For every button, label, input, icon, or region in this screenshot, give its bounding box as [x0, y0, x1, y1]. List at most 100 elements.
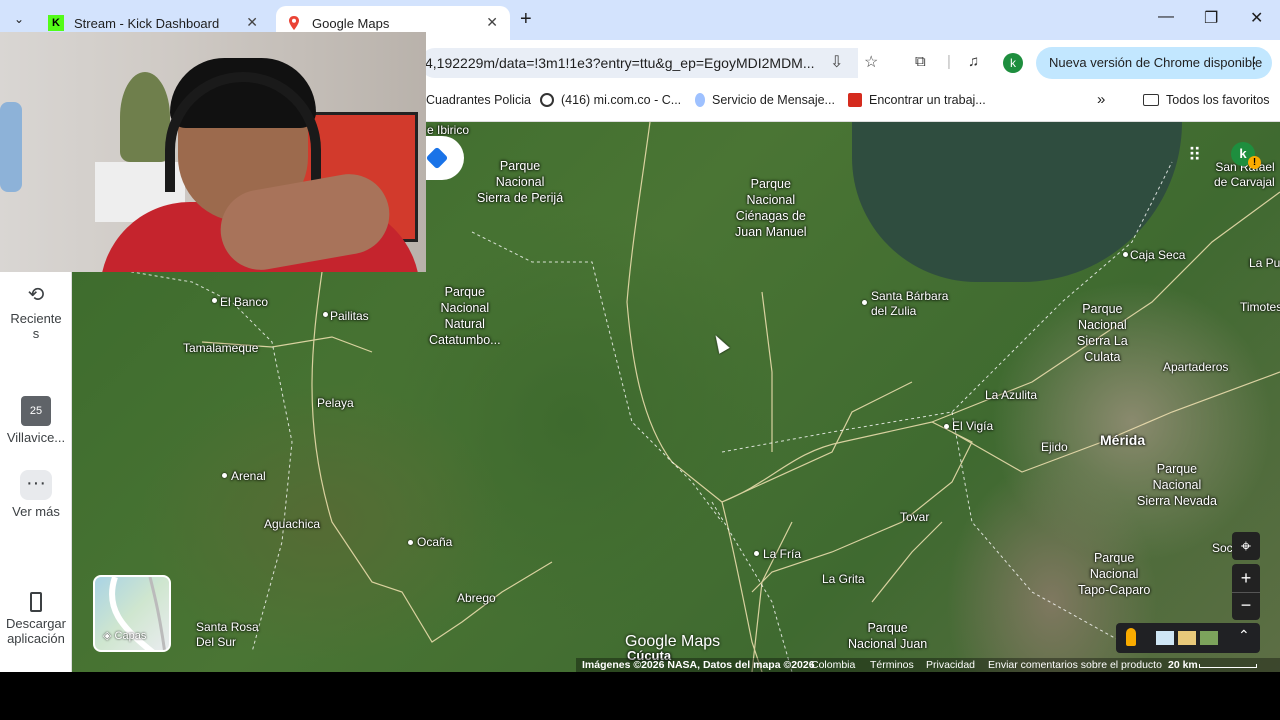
country-link[interactable]: Colombia [811, 659, 855, 671]
minimize-icon[interactable]: — [1158, 8, 1174, 26]
place-label[interactable]: Soc [1212, 541, 1233, 555]
terrain-thumb[interactable] [1178, 631, 1196, 645]
bookmark-star-icon[interactable]: ☆ [864, 52, 878, 72]
bookmark-item[interactable]: Servicio de Mensaje... [695, 93, 835, 107]
place-label[interactable]: Pelaya [317, 396, 354, 410]
park-label[interactable]: Parque Nacional Juan [848, 620, 927, 652]
satellite-thumb[interactable] [1200, 631, 1218, 645]
window-close-icon[interactable]: ✕ [1250, 8, 1263, 28]
place-label[interactable]: Aguachica [264, 517, 320, 531]
history-icon: ⟲ [27, 284, 45, 306]
place-label[interactable]: Santa Bárbara del Zulia [871, 289, 948, 319]
place-label[interactable]: La Azulita [985, 388, 1037, 402]
kebab-menu-icon[interactable]: ⋮ [1246, 53, 1262, 73]
expand-up-icon[interactable]: ⌃ [1238, 627, 1250, 644]
bookmark-item[interactable]: Encontrar un trabaj... [848, 93, 986, 107]
place-label[interactable]: Arenal [231, 469, 266, 483]
close-icon[interactable]: ✕ [246, 14, 258, 31]
all-bookmarks-button[interactable]: Todos los favoritos [1143, 93, 1270, 107]
place-dot [862, 300, 867, 305]
map-bottom-controls: ⌃ [1116, 623, 1260, 653]
place-dot [408, 540, 413, 545]
crosshair-icon: ⌖ [1240, 536, 1252, 556]
park-label[interactable]: Parque Nacional Sierra La Culata [1077, 301, 1128, 365]
place-dot [222, 473, 227, 478]
restore-icon[interactable]: ❐ [1204, 8, 1218, 28]
place-label[interactable]: Timotes [1240, 300, 1280, 314]
download-app-button[interactable]: Descargar aplicación [0, 592, 72, 646]
bookmark-item[interactable]: Cuadrantes Policia [426, 93, 531, 107]
more-button[interactable]: ··· Ver más [0, 470, 72, 519]
zoom-in-button[interactable]: + [1232, 564, 1260, 592]
messaging-icon [695, 93, 705, 107]
maps-sidebar: ⟲ Reciente s 25 Villavice... ··· Ver más … [0, 272, 72, 672]
update-label: Nueva versión de Chrome disponible [1049, 55, 1263, 70]
folder-icon [1143, 94, 1159, 106]
zoom-out-button[interactable]: − [1232, 592, 1260, 620]
place-label[interactable]: Ocaña [417, 535, 452, 549]
attribution-text: Imágenes ©2026 NASA, Datos del mapa ©202… [582, 659, 815, 671]
tab-title: Stream - Kick Dashboard [74, 15, 220, 31]
place-label[interactable]: Ejido [1041, 440, 1068, 454]
map-type-thumb[interactable] [1156, 631, 1174, 645]
more-dots-icon: ··· [20, 470, 52, 500]
media-control-icon[interactable]: ♫ [968, 53, 979, 70]
chrome-update-button[interactable]: Nueva versión de Chrome disponible ⋮ [1036, 47, 1272, 79]
place-label[interactable]: Abrego [457, 591, 496, 605]
park-label[interactable]: Parque Nacional Tapo-Caparo [1078, 550, 1150, 598]
place-label[interactable]: Caja Seca [1130, 248, 1185, 262]
place-label[interactable]: El Vigía [952, 419, 993, 433]
layers-icon: ◈ [103, 630, 112, 642]
terms-link[interactable]: Términos [870, 659, 914, 671]
calendar-icon: 25 [21, 396, 51, 426]
kick-icon: K [48, 15, 64, 31]
place-dot [212, 298, 217, 303]
saved-place-villavicencio[interactable]: 25 Villavice... [0, 396, 72, 445]
extensions-icon[interactable]: ⧉ [915, 53, 926, 70]
place-label[interactable]: Apartaderos [1163, 360, 1228, 374]
park-label[interactable]: Parque Nacional Ciénagas de Juan Manuel [735, 176, 807, 240]
place-label[interactable]: Pailitas [330, 309, 369, 323]
google-maps-logo: Google Maps [625, 633, 721, 650]
zoom-control: + − [1232, 564, 1260, 620]
place-label[interactable]: Tamalameque [183, 341, 258, 355]
address-bar[interactable]: 4,192229m/data=!3m1!1e3?entry=ttu&g_ep=E… [420, 48, 858, 78]
park-label[interactable]: Parque Nacional Sierra de Perijá [477, 158, 563, 206]
place-label[interactable]: La Grita [822, 572, 865, 586]
water-bottle [0, 102, 22, 192]
layers-button[interactable]: ◈ Capas [93, 575, 171, 652]
place-label[interactable]: Mérida [1100, 432, 1145, 448]
place-label[interactable]: e Ibirico [427, 123, 469, 137]
profile-avatar[interactable]: k [1003, 53, 1023, 73]
my-location-button[interactable]: ⌖ [1232, 532, 1260, 560]
park-label[interactable]: Parque Nacional Natural Catatumbo... [429, 284, 501, 348]
install-app-icon[interactable]: ⇩ [830, 52, 843, 72]
place-dot [323, 312, 328, 317]
globe-icon [540, 93, 554, 107]
plant [120, 72, 170, 162]
tab-search-button[interactable]: ⌄ [8, 8, 30, 30]
recents-button[interactable]: ⟲ Reciente s [0, 282, 72, 341]
new-tab-button[interactable]: + [520, 8, 532, 31]
place-dot [1123, 252, 1128, 257]
close-icon[interactable]: ✕ [486, 14, 498, 31]
google-apps-icon[interactable]: ⠿ [1188, 145, 1201, 166]
scale-label[interactable]: 20 km [1168, 659, 1198, 671]
place-label[interactable]: Tovar [900, 510, 929, 524]
place-label[interactable]: La Pu [1249, 256, 1280, 270]
feedback-link[interactable]: Enviar comentarios sobre el producto [988, 659, 1162, 671]
directions-icon [425, 146, 449, 170]
pegman-icon[interactable] [1126, 628, 1136, 646]
place-label[interactable]: El Banco [220, 295, 268, 309]
place-dot [754, 551, 759, 556]
place-dot [944, 424, 949, 429]
place-label[interactable]: La Fría [763, 547, 801, 561]
tab-title: Google Maps [312, 15, 390, 31]
place-label[interactable]: Santa Rosa Del Sur [196, 620, 259, 650]
park-label[interactable]: Parque Nacional Sierra Nevada [1137, 461, 1217, 509]
privacy-link[interactable]: Privacidad [926, 659, 975, 671]
attribution-bar: Imágenes ©2026 NASA, Datos del mapa ©202… [576, 658, 1280, 672]
chevron-right-icon[interactable]: » [1097, 91, 1105, 108]
webcam-overlay [0, 32, 426, 272]
bookmark-item[interactable]: (416) mi.com.co - C... [540, 93, 681, 107]
